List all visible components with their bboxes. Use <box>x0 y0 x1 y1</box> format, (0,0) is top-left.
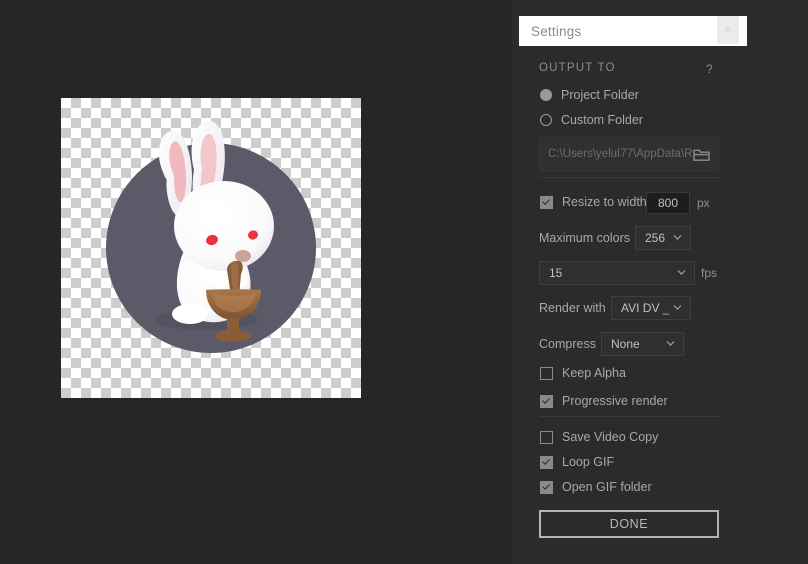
radio-custom-folder-label: Custom Folder <box>561 113 643 127</box>
max-colors-select[interactable]: 256 <box>635 226 691 250</box>
checkbox-loop-gif[interactable]: Loop GIF <box>540 455 614 469</box>
app-window: Settings × OUTPUT TO ? Project Folder Cu… <box>0 0 808 564</box>
output-to-section-label: OUTPUT TO <box>539 62 616 74</box>
output-path-value: C:\Users\yeluI77\AppData\R <box>548 148 693 160</box>
checkbox-indicator <box>540 455 553 469</box>
fps-unit: fps <box>701 266 718 280</box>
rabbit-artwork <box>106 121 316 353</box>
settings-panel: Settings × OUTPUT TO ? Project Folder Cu… <box>510 0 808 564</box>
checkbox-resize-to-width[interactable]: Resize to width <box>540 195 647 209</box>
radio-project-folder-label: Project Folder <box>561 88 639 102</box>
chevron-down-icon <box>673 230 682 244</box>
radio-custom-folder[interactable]: Custom Folder <box>540 113 643 127</box>
chevron-down-icon <box>677 265 686 279</box>
max-colors-value: 256 <box>645 231 666 245</box>
resize-width-unit: px <box>697 196 710 210</box>
checkbox-indicator <box>540 430 553 444</box>
done-button[interactable]: DONE <box>539 510 719 538</box>
checkbox-progressive-render-label: Progressive render <box>562 394 668 408</box>
checkbox-loop-gif-label: Loop GIF <box>562 455 615 469</box>
page-title: Settings <box>531 23 582 39</box>
checkbox-save-video-copy-label: Save Video Copy <box>562 430 659 444</box>
checkbox-indicator <box>540 195 553 209</box>
max-colors-label: Maximum colors <box>539 231 630 245</box>
output-path-field[interactable]: C:\Users\yeluI77\AppData\R <box>539 137 719 171</box>
checkbox-keep-alpha[interactable]: Keep Alpha <box>540 366 626 380</box>
settings-panel-header: Settings <box>519 16 747 46</box>
preview-area <box>0 0 510 564</box>
divider-one <box>539 177 719 178</box>
fps-select[interactable]: 15 <box>539 261 695 285</box>
compress-label: Compress <box>539 337 596 351</box>
checkbox-open-gif-folder[interactable]: Open GIF folder <box>540 480 652 494</box>
radio-project-folder[interactable]: Project Folder <box>540 88 639 102</box>
compress-select[interactable]: None <box>601 332 684 356</box>
checkbox-indicator <box>540 480 553 494</box>
render-with-select[interactable]: AVI DV _ <box>611 296 691 320</box>
gif-preview-canvas[interactable] <box>61 98 361 398</box>
checkbox-save-video-copy[interactable]: Save Video Copy <box>540 430 658 444</box>
checkbox-progressive-render[interactable]: Progressive render <box>540 394 668 408</box>
checkbox-keep-alpha-label: Keep Alpha <box>562 366 626 380</box>
radio-indicator <box>540 114 552 126</box>
radio-indicator <box>540 89 552 101</box>
folder-icon[interactable] <box>688 143 714 167</box>
checkbox-indicator <box>540 366 553 380</box>
divider-two <box>539 416 719 417</box>
resize-width-input[interactable]: 800 <box>646 192 690 214</box>
chevron-down-icon <box>666 336 675 350</box>
compress-value: None <box>611 337 640 351</box>
fps-value: 15 <box>549 266 563 280</box>
render-with-label: Render with <box>539 301 606 315</box>
checkbox-open-gif-folder-label: Open GIF folder <box>562 480 652 494</box>
close-icon[interactable]: × <box>717 16 739 44</box>
checkbox-resize-label: Resize to width <box>562 195 647 209</box>
chevron-down-icon <box>673 300 682 314</box>
help-icon[interactable]: ? <box>706 62 713 76</box>
render-with-value: AVI DV _ <box>621 301 670 315</box>
checkbox-indicator <box>540 394 553 408</box>
